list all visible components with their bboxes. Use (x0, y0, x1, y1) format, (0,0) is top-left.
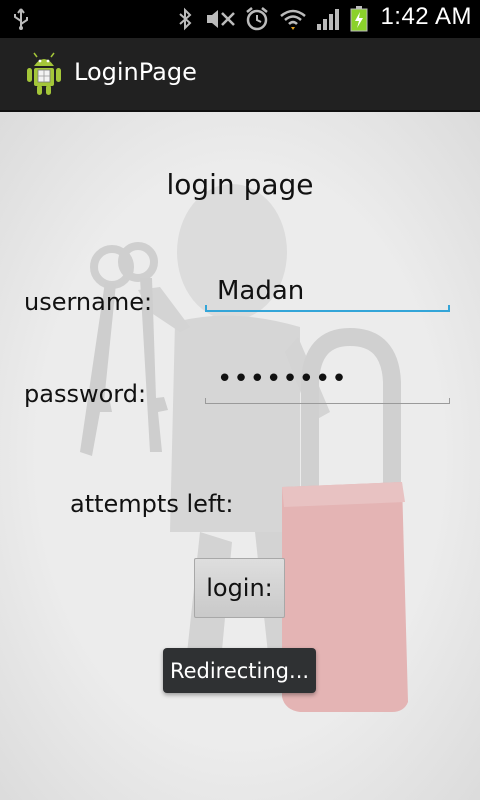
password-value: •••••••• (217, 364, 348, 394)
signal-icon (314, 7, 344, 31)
password-label: password: (24, 380, 147, 408)
username-underline-tick-left (205, 305, 207, 312)
username-value: Madan (217, 276, 305, 306)
clock-time: 1:42 AM (380, 3, 472, 30)
redirecting-toast: Redirecting... (163, 648, 316, 693)
password-field[interactable]: •••••••• (205, 364, 450, 404)
attempts-left-label: attempts left: (70, 490, 234, 518)
action-bar: LoginPage (0, 38, 480, 112)
bluetooth-icon (172, 7, 198, 31)
app-title: LoginPage (74, 58, 197, 86)
alarm-icon (242, 7, 272, 31)
status-bar: 1:42 AM (0, 0, 480, 38)
mute-icon (204, 7, 238, 31)
android-app-icon (22, 50, 66, 98)
login-content: login page username: Madan password: •••… (0, 112, 480, 800)
password-underline-tick-right (449, 398, 450, 404)
login-button[interactable]: login: (194, 558, 285, 618)
keys-lock-illustration (0, 112, 480, 800)
username-underline-tick-right (448, 305, 450, 312)
wifi-icon (278, 7, 308, 31)
page-title: login page (166, 168, 314, 201)
username-label: username: (24, 288, 153, 316)
battery-charging-icon (348, 6, 370, 32)
usb-icon (10, 7, 32, 31)
password-underline (205, 403, 450, 404)
password-underline-tick-left (205, 398, 206, 404)
username-underline (205, 310, 450, 312)
username-field[interactable]: Madan (205, 272, 450, 312)
